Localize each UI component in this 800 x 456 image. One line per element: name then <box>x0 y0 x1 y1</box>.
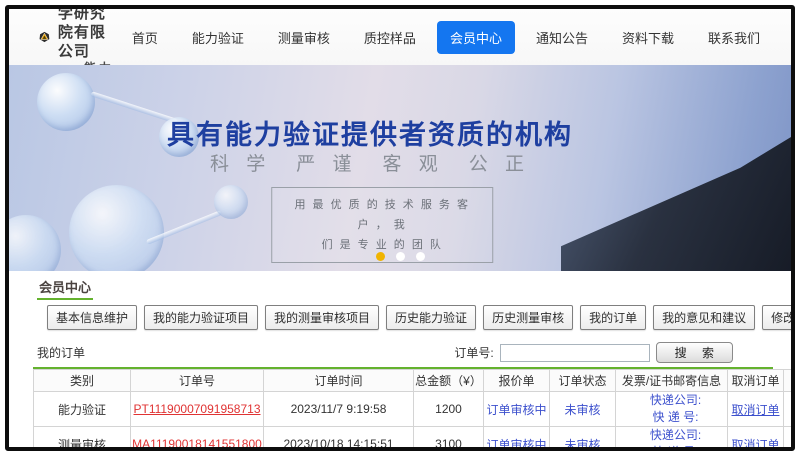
order-time: 2023/11/7 9:19:58 <box>264 392 414 427</box>
tracking-number-label: 快 递 号: <box>624 444 727 451</box>
company-name: 山东省冶金科学研究院有限公司 <box>58 5 119 61</box>
order-no-input[interactable] <box>500 344 650 362</box>
cancel-order-link[interactable]: 取消订单 <box>731 438 779 452</box>
header: 山东省冶金科学研究院有限公司 — 能力验证中心 — 首页 能力验证 测量审核 质… <box>9 9 791 65</box>
tab-change-password[interactable]: 修改密码 <box>762 305 795 330</box>
order-number-link[interactable]: MA11190018141551800 <box>132 437 262 451</box>
nav-item-measurement-audit[interactable]: 测量审核 <box>265 21 343 54</box>
carousel-dot-2[interactable] <box>396 252 405 261</box>
order-amount: 3100 <box>414 427 484 452</box>
orders-section-title: 我的订单 <box>37 344 85 361</box>
col-order-time: 订单时间 <box>264 370 414 392</box>
order-number-link[interactable]: PT11190007091958713 <box>133 402 260 416</box>
nav-item-contact[interactable]: 联系我们 <box>695 21 773 54</box>
molecule-bubble <box>9 215 61 271</box>
tab-my-orders[interactable]: 我的订单 <box>580 305 646 330</box>
order-row-1: 能力验证 PT11190007091958713 2023/11/7 9:19:… <box>34 392 796 427</box>
col-category: 类别 <box>34 370 131 392</box>
order-quote-status: 订单审核中 <box>486 438 546 452</box>
col-quote: 报价单 <box>484 370 550 392</box>
order-amount: 1200 <box>414 392 484 427</box>
order-category: 测量审核 <box>34 427 131 452</box>
tab-history-ma[interactable]: 历史测量审核 <box>483 305 573 330</box>
carousel-dots <box>9 252 791 261</box>
col-remark: 备注 <box>784 370 796 392</box>
search-button[interactable]: 搜 索 <box>656 342 733 363</box>
col-order-no: 订单号 <box>131 370 264 392</box>
order-no-label: 订单号: <box>454 344 493 361</box>
order-search-group: 订单号: 搜 索 <box>454 342 733 363</box>
logo-icon <box>39 17 50 57</box>
order-status: 未审核 <box>564 403 600 417</box>
tracking-number-label: 快 递 号: <box>624 409 727 426</box>
slogan-line-1: 用 最 优 质 的 技 术 服 务 客 户 ， 我 <box>286 195 478 235</box>
order-category: 能力验证 <box>34 392 131 427</box>
order-status: 未审核 <box>564 438 600 452</box>
molecule-bubble <box>214 185 248 219</box>
col-shipping-info: 发票/证书邮寄信息 <box>616 370 728 392</box>
hero-banner: 具有能力验证提供者资质的机构 科 学 严 谨 客 观 公 正 用 最 优 质 的… <box>9 65 791 271</box>
col-amount: 总金额（¥） <box>414 370 484 392</box>
nav-item-proficiency-testing[interactable]: 能力验证 <box>179 21 257 54</box>
main-nav: 首页 能力验证 测量审核 质控样品 会员中心 通知公告 资料下载 联系我们 <box>119 21 773 54</box>
nav-item-announcements[interactable]: 通知公告 <box>523 21 601 54</box>
nav-item-home[interactable]: 首页 <box>119 21 171 54</box>
page-frame: 山东省冶金科学研究院有限公司 — 能力验证中心 — 首页 能力验证 测量审核 质… <box>5 5 795 451</box>
cancel-order-link[interactable]: 取消订单 <box>731 403 779 417</box>
tab-basic-info[interactable]: 基本信息维护 <box>47 305 137 330</box>
col-cancel: 取消订单 <box>728 370 784 392</box>
nav-item-member-center[interactable]: 会员中心 <box>437 21 515 54</box>
tab-my-pt-projects[interactable]: 我的能力验证项目 <box>144 305 258 330</box>
carousel-dot-3[interactable] <box>416 252 425 261</box>
order-remark <box>784 427 796 452</box>
order-row-2: 测量审核 MA11190018141551800 2023/10/18 14:1… <box>34 427 796 452</box>
carousel-dot-1[interactable] <box>376 252 385 261</box>
order-remark <box>784 392 796 427</box>
orders-header-row: 类别 订单号 订单时间 总金额（¥） 报价单 订单状态 发票/证书邮寄信息 取消… <box>34 370 796 392</box>
order-time: 2023/10/18 14:15:51 <box>264 427 414 452</box>
nav-item-downloads[interactable]: 资料下载 <box>609 21 687 54</box>
tab-history-pt[interactable]: 历史能力验证 <box>386 305 476 330</box>
nav-item-qc-samples[interactable]: 质控样品 <box>351 21 429 54</box>
banner-subtitle: 科 学 严 谨 客 观 公 正 <box>9 149 731 176</box>
member-center-title: 会员中心 <box>37 277 93 300</box>
courier-company-label: 快递公司: <box>624 392 727 409</box>
member-center-tabs: 基本信息维护 我的能力验证项目 我的测量审核项目 历史能力验证 历史测量审核 我… <box>33 305 773 330</box>
col-status: 订单状态 <box>550 370 616 392</box>
tab-feedback[interactable]: 我的意见和建议 <box>653 305 755 330</box>
orders-table: 类别 订单号 订单时间 总金额（¥） 报价单 订单状态 发票/证书邮寄信息 取消… <box>33 369 795 451</box>
courier-company-label: 快递公司: <box>624 427 727 444</box>
order-quote-status: 订单审核中 <box>486 403 546 417</box>
tab-my-ma-projects[interactable]: 我的测量审核项目 <box>265 305 379 330</box>
banner-title: 具有能力验证提供者资质的机构 <box>9 113 731 152</box>
member-center-section: 会员中心 基本信息维护 我的能力验证项目 我的测量审核项目 历史能力验证 历史测… <box>9 271 791 451</box>
orders-bar: 我的订单 订单号: 搜 索 <box>33 342 773 369</box>
